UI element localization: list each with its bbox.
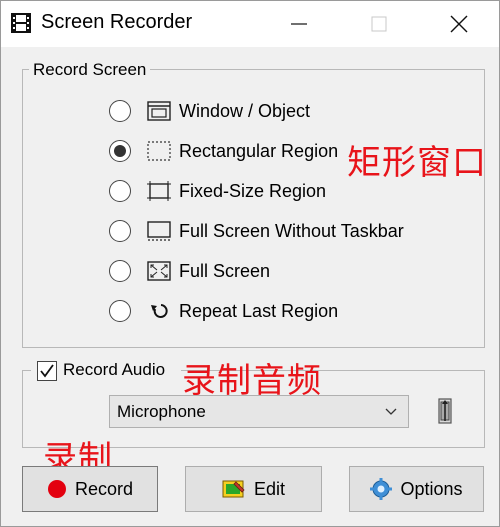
edit-button[interactable]: Edit (185, 466, 322, 512)
checkmark-icon (40, 364, 54, 378)
gear-icon (370, 478, 393, 500)
radio-rectangular-region[interactable] (109, 140, 131, 162)
record-button-label: Record (74, 478, 134, 499)
audio-device-settings-button[interactable] (433, 397, 457, 425)
screen-recorder-window: Screen Recorder Record Screen Window / O… (0, 0, 500, 527)
option-label: Full Screen Without Taskbar (179, 220, 404, 241)
option-fixed-size-region[interactable]: Fixed-Size Region (109, 177, 326, 205)
radio-window-object[interactable] (109, 100, 131, 122)
radio-full-screen-without-taskbar[interactable] (109, 220, 131, 242)
option-label: Rectangular Region (179, 140, 339, 161)
options-button[interactable]: Options (349, 466, 484, 512)
option-label: Full Screen (179, 260, 271, 281)
maximize-icon (371, 16, 387, 32)
audio-device-value: Microphone (117, 402, 206, 421)
chevron-down-icon (384, 403, 398, 426)
mic-settings-icon (438, 398, 452, 424)
close-button[interactable] (429, 1, 489, 47)
radio-selected-dot (114, 145, 126, 157)
close-icon (450, 15, 468, 33)
annotation-rect-region: 矩形窗口 (347, 143, 487, 183)
record-screen-legend: Record Screen (29, 60, 151, 80)
option-full-screen[interactable]: Full Screen (109, 257, 270, 285)
record-button[interactable]: Record (22, 466, 158, 512)
option-full-screen-without-taskbar[interactable]: Full Screen Without Taskbar (109, 217, 404, 245)
option-window-object[interactable]: Window / Object (109, 97, 310, 125)
edit-film-icon (222, 478, 246, 500)
radio-repeat-last-region[interactable] (109, 300, 131, 322)
fixed-size-region-icon (147, 180, 171, 202)
film-strip-icon (11, 13, 31, 33)
radio-full-screen[interactable] (109, 260, 131, 282)
dashed-rectangle-icon (147, 140, 171, 162)
option-label: Window / Object (179, 100, 311, 121)
option-label: Repeat Last Region (179, 300, 339, 321)
option-label: Fixed-Size Region (179, 180, 327, 201)
minimize-icon (291, 23, 307, 25)
edit-button-label: Edit (253, 478, 286, 499)
full-screen-icon (147, 260, 171, 282)
screen-without-taskbar-icon (147, 220, 171, 242)
window-icon (147, 100, 171, 122)
audio-device-select[interactable]: Microphone (109, 395, 409, 428)
record-audio-label: Record Audio (63, 360, 166, 379)
repeat-arrow-icon (147, 300, 171, 322)
record-dot-icon (47, 479, 67, 499)
maximize-button[interactable] (349, 1, 409, 47)
minimize-button[interactable] (269, 1, 329, 47)
window-title: Screen Recorder (41, 11, 193, 33)
record-audio-checkbox[interactable] (37, 361, 57, 381)
option-rectangular-region[interactable]: Rectangular Region (109, 137, 338, 165)
radio-fixed-size-region[interactable] (109, 180, 131, 202)
options-button-label: Options (400, 478, 463, 499)
title-bar[interactable]: Screen Recorder (1, 1, 499, 47)
option-repeat-last-region[interactable]: Repeat Last Region (109, 297, 338, 325)
